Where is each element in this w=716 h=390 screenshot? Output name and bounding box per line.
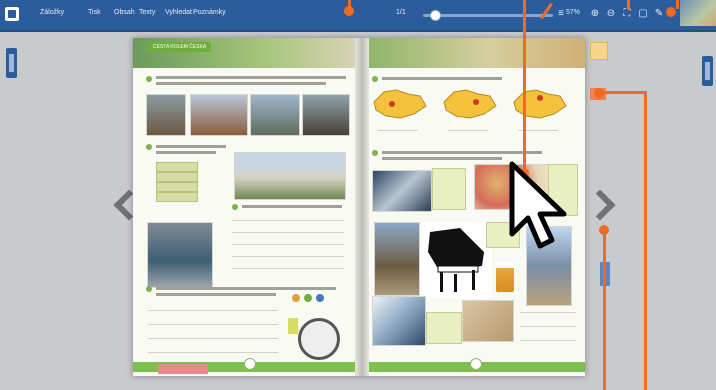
answer-line[interactable] — [232, 232, 344, 233]
badge-icon — [288, 318, 298, 334]
menu-item-contents[interactable]: Obsah — [114, 9, 135, 16]
answer-chip[interactable] — [156, 192, 198, 202]
annotation-line — [676, 0, 679, 9]
photo — [302, 94, 350, 136]
task-text — [242, 205, 342, 208]
pen-icon[interactable]: ✎ — [654, 8, 664, 20]
answer-line[interactable] — [520, 312, 576, 313]
map-image — [443, 89, 497, 119]
coin-image — [298, 318, 340, 360]
zoom-in-icon[interactable]: ⊕ — [590, 8, 600, 20]
task-text — [156, 76, 346, 79]
annotation-line — [627, 0, 630, 10]
note-card — [432, 168, 466, 210]
task-text — [156, 82, 326, 85]
answer-line[interactable] — [148, 338, 278, 339]
photo — [374, 222, 420, 296]
annotation-line — [600, 91, 646, 94]
task-bullet — [146, 144, 152, 150]
task-text — [156, 287, 336, 290]
right-page-number — [470, 358, 482, 370]
menu-item-bookmarks[interactable]: Záložky — [40, 9, 64, 16]
task-bullet — [372, 150, 378, 156]
menu-item-texts[interactable]: Texty — [139, 9, 155, 16]
note-card — [426, 312, 462, 344]
map-image — [513, 89, 567, 119]
left-side-tab[interactable] — [6, 48, 17, 78]
annotation-line — [603, 230, 606, 390]
right-page-header — [369, 38, 585, 68]
page-indicator: 1/1 — [396, 9, 406, 16]
answer-line[interactable] — [232, 256, 344, 257]
task-bullet — [146, 286, 152, 292]
task-bullet — [146, 76, 152, 82]
answer-line[interactable] — [232, 244, 344, 245]
stamp-icons — [286, 292, 336, 314]
task-text — [382, 77, 502, 80]
answer-line[interactable] — [378, 130, 418, 131]
answer-line[interactable] — [520, 326, 576, 327]
photo — [372, 296, 426, 346]
answer-line[interactable] — [232, 220, 344, 221]
fullscreen-icon[interactable]: ▢ — [638, 8, 648, 20]
bookmark-tag[interactable] — [590, 42, 608, 60]
piano-image — [420, 222, 492, 298]
left-page-number — [244, 358, 256, 370]
book-spine — [355, 38, 369, 376]
task-text — [156, 293, 276, 296]
app-logo-icon[interactable] — [5, 7, 19, 21]
menu-item-print[interactable]: Tisk — [88, 9, 101, 16]
annotation-dot — [344, 6, 354, 16]
task-text — [156, 145, 226, 148]
menu-item-notes[interactable]: Poznámky — [193, 9, 226, 16]
next-page-icon[interactable] — [584, 189, 616, 221]
zoom-percent: 57% — [566, 9, 581, 16]
photo — [234, 152, 346, 200]
answer-line[interactable] — [148, 324, 278, 325]
answer-chip[interactable] — [156, 172, 198, 182]
photo — [372, 170, 432, 212]
zoom-out-icon[interactable]: ⊖ — [606, 8, 616, 20]
photo — [147, 222, 213, 288]
answer-line[interactable] — [148, 352, 278, 353]
menu-icon[interactable]: ≡ — [556, 8, 566, 20]
right-side-tab[interactable] — [702, 56, 713, 86]
photo — [146, 94, 186, 136]
photo — [250, 94, 300, 136]
answer-line[interactable] — [148, 310, 278, 311]
task-text — [156, 151, 216, 154]
answer-line[interactable] — [520, 340, 576, 341]
map-image — [373, 89, 427, 119]
chapter-title: CESTA KOLEM ČESKA — [148, 42, 212, 52]
annotation-line — [644, 91, 647, 390]
answer-line[interactable] — [232, 268, 344, 269]
answer-chip[interactable] — [156, 162, 198, 172]
zoom-slider-handle[interactable] — [430, 10, 441, 21]
task-bullet — [232, 204, 238, 210]
cursor-icon — [509, 161, 567, 249]
zoom-slider[interactable] — [423, 14, 553, 17]
photo — [190, 94, 248, 136]
annotation-dot — [666, 7, 676, 17]
task-text — [382, 157, 502, 160]
thumbnail-image — [680, 0, 716, 26]
menu-item-search[interactable]: Vyhledat — [165, 9, 192, 16]
answer-line[interactable] — [448, 130, 488, 131]
photo — [462, 300, 514, 342]
highlight-strip — [158, 364, 208, 374]
beer-image — [496, 262, 514, 292]
answer-chip[interactable] — [156, 182, 198, 192]
task-text — [382, 151, 542, 154]
annotation-line — [523, 0, 526, 172]
